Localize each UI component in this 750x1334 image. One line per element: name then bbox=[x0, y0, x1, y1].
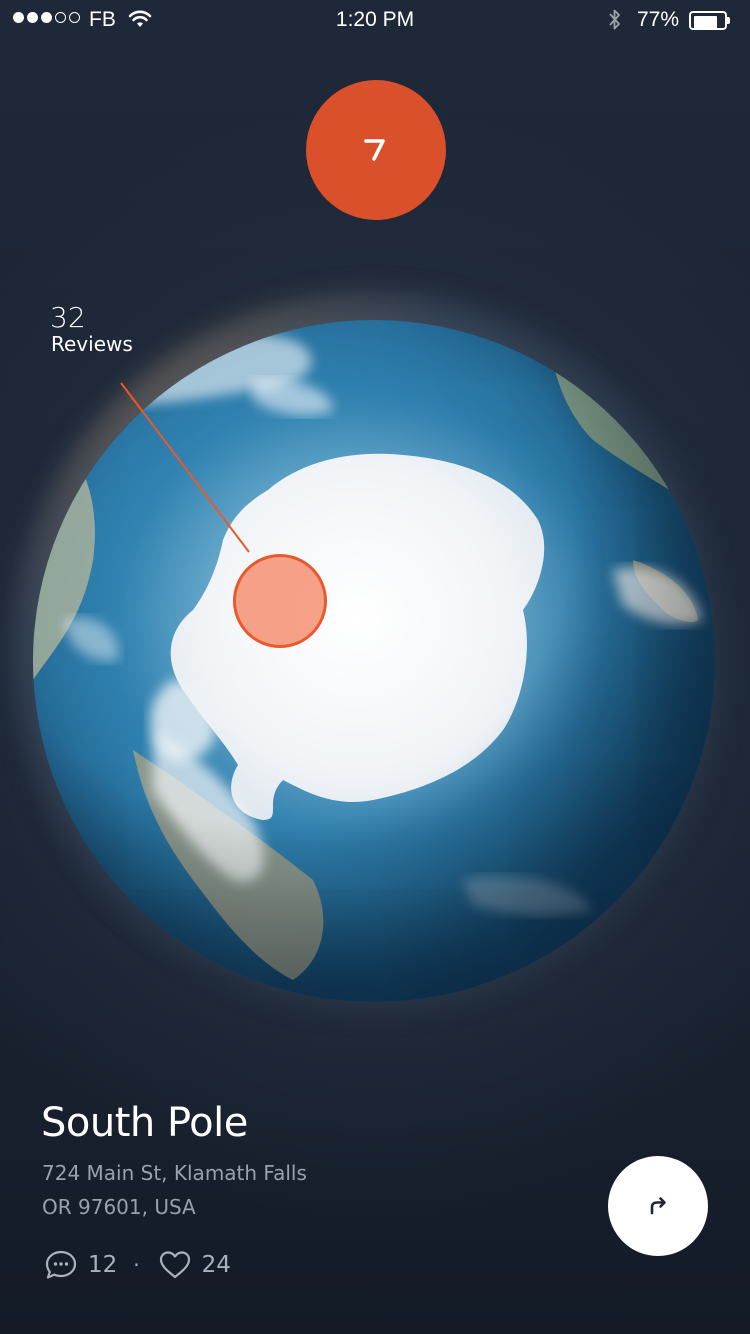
screen: FB 1:20 PM 77% 32 Reviews South Pole 724… bbox=[0, 0, 750, 1334]
battery-tip bbox=[727, 17, 730, 24]
stats-row: 12 · 24 bbox=[44, 1247, 231, 1283]
address-line-1: 724 Main St, Klamath Falls bbox=[42, 1161, 307, 1185]
logo-button[interactable] bbox=[306, 80, 446, 220]
battery-icon bbox=[689, 11, 731, 30]
place-title: South Pole bbox=[41, 1100, 248, 1146]
battery-body bbox=[689, 11, 727, 30]
earth-globe[interactable] bbox=[33, 320, 715, 1002]
status-bar: FB 1:20 PM 77% bbox=[0, 0, 750, 40]
review-count: 32 bbox=[50, 301, 86, 334]
comment-count: 12 bbox=[88, 1252, 118, 1278]
address-line-2: OR 97601, USA bbox=[42, 1195, 196, 1219]
globe-surface bbox=[33, 320, 715, 1002]
share-arrow-icon bbox=[650, 1197, 666, 1215]
bluetooth-icon bbox=[609, 9, 620, 30]
heart-icon[interactable] bbox=[158, 1249, 192, 1281]
battery-percent: 77% bbox=[637, 8, 680, 31]
location-marker[interactable] bbox=[233, 554, 327, 648]
share-button[interactable] bbox=[608, 1156, 708, 1256]
review-label: Reviews bbox=[51, 332, 133, 356]
logo-seven-icon bbox=[364, 139, 385, 161]
globe-shading bbox=[33, 320, 715, 1002]
stats-separator: · bbox=[133, 1253, 140, 1277]
battery-fill bbox=[694, 16, 717, 29]
like-count: 24 bbox=[201, 1252, 231, 1278]
comment-icon[interactable] bbox=[44, 1249, 78, 1281]
